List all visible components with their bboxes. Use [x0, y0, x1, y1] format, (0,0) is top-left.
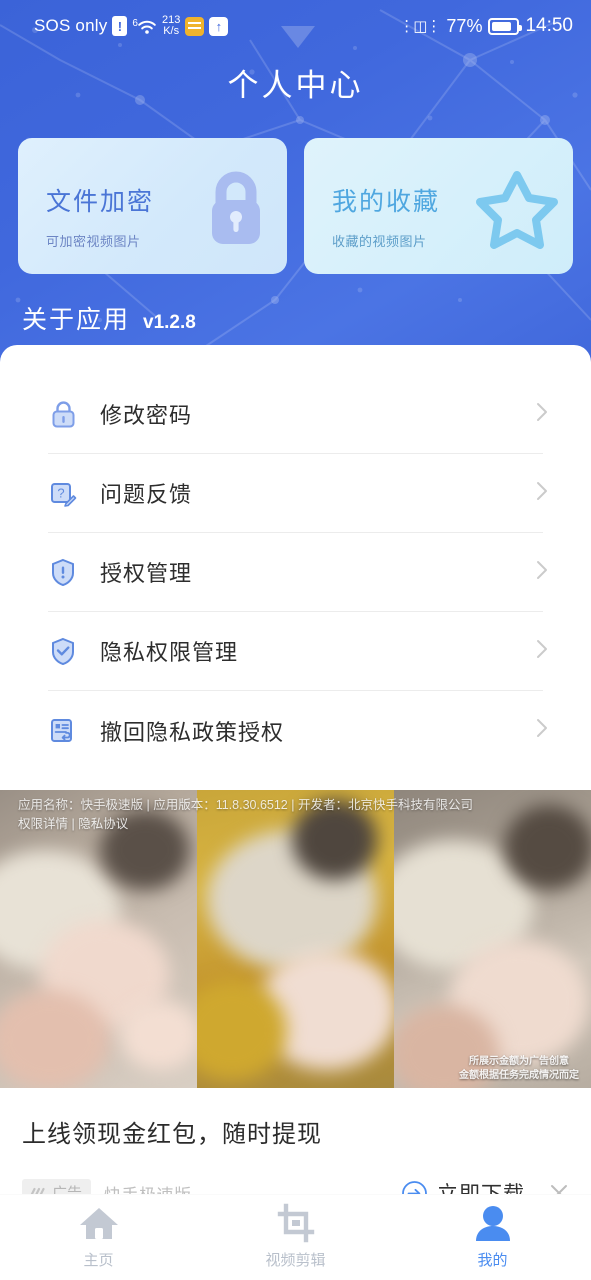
document-revoke-icon	[48, 716, 78, 746]
ad-amount-disclaimer: 所展示金额为广告创意 金额根据任务完成情况而定	[459, 1055, 579, 1082]
sim-alert-icon: !	[112, 16, 128, 36]
clock-label: 14:50	[525, 15, 573, 36]
about-app-title: 关于应用	[22, 306, 131, 334]
menu-item-authorization[interactable]: 授权管理	[48, 533, 547, 612]
menu-item-change-password[interactable]: 修改密码	[48, 375, 547, 454]
ad-disclosure-overlay: 应用名称：快手极速版 | 应用版本：11.8.30.6512 | 开发者：北京快…	[0, 790, 591, 843]
menu-item-label: 授权管理	[100, 561, 193, 586]
menu-item-label: 修改密码	[100, 403, 193, 428]
person-icon	[475, 1206, 510, 1241]
upload-arrow-icon: ↑	[209, 16, 229, 36]
ad-amount-disclaimer-line-1: 所展示金额为广告创意	[469, 1056, 569, 1067]
card-file-encryption[interactable]: 文件加密 可加密视频图片	[18, 138, 287, 274]
wifi-generation-label: 6	[132, 17, 138, 29]
wifi-icon: 6	[132, 18, 157, 35]
chevron-right-icon	[529, 399, 555, 430]
ad-media-preview[interactable]: 应用名称：快手极速版 | 应用版本：11.8.30.6512 | 开发者：北京快…	[0, 790, 591, 1088]
shield-check-icon	[48, 636, 78, 666]
nav-item-label: 视频剪辑	[265, 1252, 326, 1269]
menu-item-label: 问题反馈	[100, 482, 193, 507]
carrier-label: SOS only	[34, 16, 108, 35]
shield-icon	[48, 557, 78, 587]
ad-privacy-agreement-link[interactable]: 隐私协议	[78, 817, 128, 831]
ad-amount-disclaimer-line-2: 金额根据任务完成情况而定	[459, 1069, 579, 1081]
status-bar-right: ⋮◫⋮ 77% 14:50	[399, 15, 573, 37]
card-my-favorites[interactable]: 我的收藏 收藏的视频图片	[304, 138, 573, 274]
phone-screen: SOS only ! 6 213 K/s ↑ ⋮◫⋮ 77% 14:50 个人中…	[0, 0, 591, 1280]
calendar-icon	[185, 16, 205, 36]
feedback-pencil-icon: ?	[48, 478, 78, 508]
status-bar: SOS only ! 6 213 K/s ↑ ⋮◫⋮ 77% 14:50	[0, 0, 591, 52]
bottom-navigation-bar: 主页 视频剪辑 我的	[0, 1194, 591, 1280]
chevron-right-icon	[529, 478, 555, 509]
nav-item-video-edit[interactable]: 视频剪辑	[197, 1201, 394, 1270]
wifi-glyph	[138, 20, 156, 34]
ad-permission-details-link[interactable]: 权限详情	[18, 817, 68, 831]
ad-disclosure-separator: |	[68, 817, 79, 832]
crop-icon	[277, 1203, 314, 1243]
page-title: 个人中心	[227, 68, 364, 103]
nav-item-label: 主页	[83, 1252, 114, 1269]
chevron-right-icon	[529, 557, 555, 588]
ad-disclosure-line-1: 应用名称：快手极速版 | 应用版本：11.8.30.6512 | 开发者：北京快…	[18, 798, 473, 812]
vibrate-icon: ⋮◫⋮	[399, 18, 441, 35]
nav-item-home[interactable]: 主页	[0, 1201, 197, 1270]
lock-icon	[199, 168, 273, 253]
header-banner: SOS only ! 6 213 K/s ↑ ⋮◫⋮ 77% 14:50 个人中…	[0, 0, 591, 400]
battery-percent-label: 77%	[446, 15, 483, 36]
status-bar-left: SOS only ! 6 213 K/s ↑	[0, 15, 229, 37]
advertisement-block[interactable]: 应用名称：快手极速版 | 应用版本：11.8.30.6512 | 开发者：北京快…	[0, 790, 591, 1215]
chevron-right-icon	[529, 636, 555, 667]
star-icon	[475, 168, 559, 255]
menu-item-feedback[interactable]: ? 问题反馈	[48, 454, 547, 533]
ad-headline: 上线领现金红包，随时提现	[22, 1121, 322, 1148]
menu-item-revoke-privacy-policy[interactable]: 撤回隐私政策授权	[48, 691, 547, 770]
home-icon	[79, 1208, 118, 1239]
nav-item-profile[interactable]: 我的	[394, 1201, 591, 1270]
about-app-row: 关于应用 v1.2.8	[22, 300, 196, 336]
battery-icon	[488, 17, 523, 35]
feature-cards: 文件加密 可加密视频图片 我的收藏 收藏的视频图片	[0, 138, 591, 274]
network-speed: 213 K/s	[162, 15, 180, 37]
about-app-version: v1.2.8	[143, 312, 196, 333]
chevron-right-icon	[529, 715, 555, 746]
content-sheet: 修改密码 ? 问题反馈 授权管理 隐私权限管理 撤回隐私政策授权 应用名称：快手…	[0, 345, 591, 1280]
menu-item-label: 隐私权限管理	[100, 640, 239, 665]
ad-disclosure-line-2: 权限详情 | 隐私协议	[18, 815, 577, 834]
lock-icon	[48, 399, 78, 429]
network-speed-unit: K/s	[163, 25, 180, 37]
menu-item-privacy-permissions[interactable]: 隐私权限管理	[48, 612, 547, 691]
settings-menu-list: 修改密码 ? 问题反馈 授权管理 隐私权限管理 撤回隐私政策授权	[0, 345, 591, 770]
nav-item-label: 我的	[477, 1252, 508, 1269]
menu-item-label: 撤回隐私政策授权	[100, 719, 285, 745]
svg-text:?: ?	[57, 485, 64, 500]
